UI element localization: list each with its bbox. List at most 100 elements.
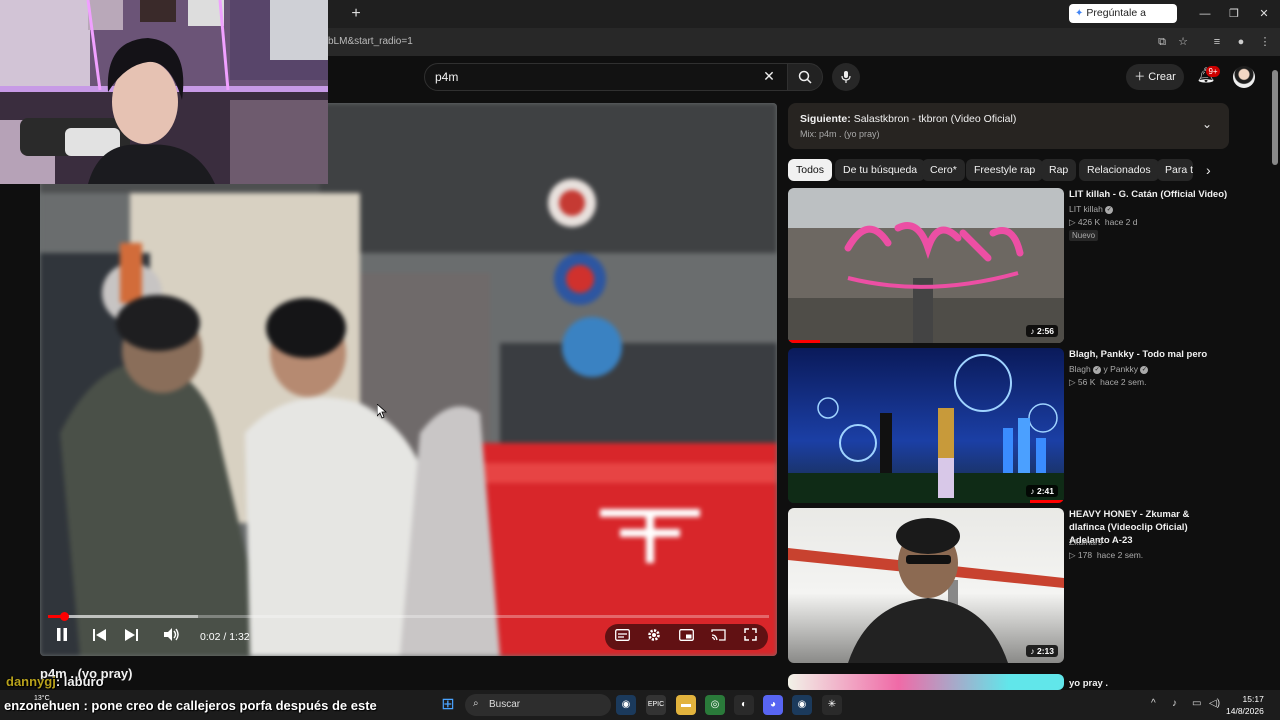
webcam-overlay: [0, 0, 328, 184]
recommendation-channel[interactable]: LIT killah ✓: [1069, 204, 1114, 214]
upload-age: hace 2 sem.: [1096, 550, 1144, 560]
recommendation-title[interactable]: LIT killah - G. Catán (Official Video): [1069, 188, 1229, 201]
recommendation-item[interactable]: yo pray .: [788, 674, 1229, 690]
clock-date: 14/8/2026: [1226, 706, 1264, 716]
channel-name: Blagh: [1069, 364, 1091, 374]
voice-search-button[interactable]: [832, 63, 860, 91]
recommendation-channel[interactable]: Blagh ✓ y Pankky ✓: [1069, 364, 1149, 374]
media-controls-icon[interactable]: ≡: [1209, 34, 1225, 50]
upload-age: hace 2 d: [1104, 217, 1138, 227]
search-query: p4m: [435, 70, 459, 84]
chip-rap[interactable]: Rap: [1041, 159, 1077, 181]
network-icon[interactable]: ▭: [1192, 698, 1201, 709]
fullscreen-button[interactable]: [739, 628, 761, 646]
ask-gemini-button[interactable]: ✦Pregúntale a Gemini: [1069, 4, 1177, 38]
epic-games-app-icon[interactable]: EPIC: [646, 695, 666, 715]
subtitles-button[interactable]: [611, 628, 633, 646]
volume-tray-icon[interactable]: ◁): [1209, 698, 1220, 709]
create-button[interactable]: ＋ Crear: [1126, 64, 1184, 90]
browser-menu-icon[interactable]: ⋮: [1257, 34, 1273, 50]
maximize-button[interactable]: ❐: [1219, 5, 1249, 23]
clear-search-icon[interactable]: ✕: [759, 68, 779, 88]
recommendation-item[interactable]: ♪ 2:41 Blagh, Pankky - Todo mal pero Bla…: [788, 348, 1229, 503]
chrome-app-icon[interactable]: ◎: [705, 695, 725, 715]
view-count: 426 K: [1077, 217, 1101, 227]
cast-icon: [710, 629, 726, 641]
recommendation-item[interactable]: ♪ 2:13 HEAVY HONEY - Zkumar & dlafinca (…: [788, 508, 1229, 663]
chevron-right-icon[interactable]: ›: [1206, 162, 1211, 178]
profile-icon[interactable]: ●: [1233, 34, 1249, 50]
volume-icon: [164, 628, 179, 641]
pause-button[interactable]: [51, 628, 73, 646]
chip-freestyle-rap[interactable]: Freestyle rap: [966, 159, 1044, 181]
video-frame: [40, 103, 777, 656]
search-input[interactable]: p4m ✕: [424, 63, 788, 91]
taskbar-clock[interactable]: 15:17 14/8/2026: [1226, 693, 1264, 717]
settings-button[interactable]: [643, 628, 665, 646]
fullscreen-icon: [743, 628, 757, 641]
subtitles-icon: [614, 629, 630, 641]
bookmark-star-icon[interactable]: ☆: [1175, 34, 1191, 50]
next-icon: [124, 629, 138, 641]
close-window-button[interactable]: ✕: [1249, 5, 1279, 23]
steam-app-icon[interactable]: ◉: [616, 695, 636, 715]
new-tab-button[interactable]: +: [346, 4, 366, 24]
chip-cero[interactable]: Cero*: [922, 159, 965, 181]
miniplayer-button[interactable]: [675, 628, 697, 646]
recommendation-item[interactable]: ♪ 2:56 LIT killah - G. Catán (Official V…: [788, 188, 1229, 343]
search-button[interactable]: [787, 63, 823, 91]
install-app-icon[interactable]: ⧉: [1154, 34, 1170, 50]
discord-app-icon[interactable]: ◕: [763, 695, 783, 715]
scrollbar-thumb[interactable]: [1272, 70, 1278, 165]
verified-icon: ✓: [1093, 365, 1102, 374]
previous-icon: [92, 629, 106, 641]
timecode: 0:02 / 1:32: [200, 631, 250, 643]
recommendation-title[interactable]: Blagh, Pankky - Todo mal pero: [1069, 348, 1229, 361]
plus-icon: ＋: [1134, 71, 1146, 83]
recommendation-channel[interactable]: Zkumar9: [1069, 537, 1103, 547]
tray-chevron-icon[interactable]: ^: [1151, 698, 1156, 709]
previous-button[interactable]: [88, 628, 110, 646]
chip-relacionados[interactable]: Relacionados: [1079, 159, 1159, 181]
upload-age: hace 2 sem.: [1100, 377, 1147, 387]
clock-time: 15:17: [1242, 694, 1264, 704]
chat-username: dannygj: [6, 674, 56, 689]
watched-progress: [788, 340, 820, 343]
progress-scrubber[interactable]: [60, 612, 69, 621]
chip-para-ti[interactable]: Para ti: [1157, 159, 1193, 181]
taskbar-search[interactable]: Buscar: [465, 694, 611, 716]
avatar[interactable]: [1233, 66, 1255, 88]
chatgpt-app-icon[interactable]: ✳: [822, 695, 842, 715]
cast-button[interactable]: [707, 628, 729, 646]
chip-todos[interactable]: Todos: [788, 159, 833, 181]
up-next-panel[interactable]: Siguiente: Salastkbron - tkbron (Video O…: [788, 103, 1229, 149]
file-explorer-app-icon[interactable]: ▬: [676, 695, 696, 715]
volume-button[interactable]: [161, 628, 183, 646]
watched-progress: [1030, 500, 1064, 503]
webcam-feed: [0, 0, 328, 184]
chip-de-tu-busqueda[interactable]: De tu búsqueda: [835, 159, 926, 181]
minimize-button[interactable]: —: [1190, 5, 1220, 23]
video-thumbnail[interactable]: ♪ 2:56: [788, 188, 1064, 343]
video-thumbnail[interactable]: ♪ 2:41: [788, 348, 1064, 503]
duration-text: 2:13: [1036, 646, 1054, 656]
thumbnail-art: [788, 354, 1064, 503]
chat-message: dannygj: laburo: [6, 674, 104, 689]
up-next-video: Salastkbron - tkbron (Video Oficial): [853, 113, 1017, 125]
microphone-icon: [841, 71, 851, 83]
microphone-tray-icon[interactable]: ♪: [1172, 698, 1177, 709]
next-button[interactable]: [120, 628, 142, 646]
video-player[interactable]: [40, 103, 777, 656]
url-text: bLM&start_radio=1: [328, 36, 413, 47]
up-next-playlist: Mix: p4m . (yo pray): [800, 129, 880, 139]
up-next-label: Siguiente:: [800, 113, 851, 125]
obs-app-icon[interactable]: ◐: [734, 695, 754, 715]
new-badge: Nuevo: [1069, 230, 1099, 241]
video-thumbnail[interactable]: ♪ 2:13: [788, 508, 1064, 663]
chevron-down-icon[interactable]: ⌄: [1202, 117, 1212, 131]
recommendation-title[interactable]: yo pray .: [1069, 677, 1229, 690]
duration-badge: ♪ 2:41: [1026, 485, 1058, 497]
steam-2-app-icon[interactable]: ◉: [792, 695, 812, 715]
start-button[interactable]: ⊞: [438, 695, 458, 715]
video-thumbnail[interactable]: [788, 674, 1064, 690]
